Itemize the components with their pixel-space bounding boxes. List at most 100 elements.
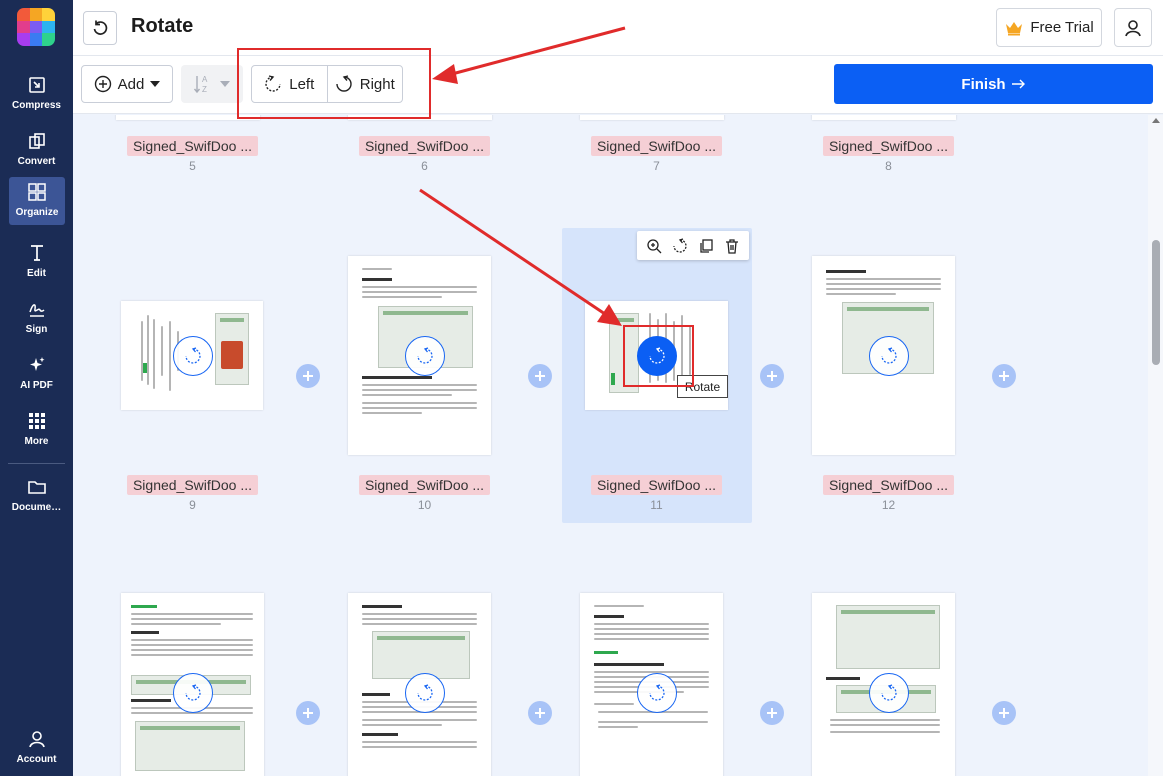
sidebar-item-label: AI PDF [20, 380, 53, 391]
page-rotate-button[interactable] [405, 673, 445, 713]
rotate-right-icon [185, 347, 201, 364]
zoom-in-icon[interactable] [643, 235, 665, 257]
page-filename: Signed_SwifDoo ... [359, 475, 490, 495]
sidebar-item-label: Compress [12, 100, 61, 111]
user-icon [1125, 19, 1141, 36]
page-filename: Signed_SwifDoo ... [823, 136, 954, 156]
sidebar-item-label: Docume… [11, 502, 62, 513]
insert-page-button[interactable] [296, 364, 320, 388]
page-rotate-button[interactable] [869, 336, 909, 376]
rotate-page-icon[interactable] [669, 235, 691, 257]
sidebar-item-documents[interactable]: Docume… [0, 472, 73, 522]
rotate-right-icon [881, 684, 897, 701]
annotation-box-rotate-page [623, 325, 694, 387]
free-trial-button[interactable]: Free Trial [996, 8, 1102, 47]
insert-page-button[interactable] [760, 364, 784, 388]
rotate-right-icon [881, 347, 897, 364]
convert-icon [26, 130, 48, 152]
insert-page-button[interactable] [992, 701, 1016, 725]
page-number: 7 [653, 159, 660, 173]
page-number: 11 [650, 498, 663, 512]
free-trial-label: Free Trial [1030, 19, 1094, 36]
rotate-right-icon [417, 347, 433, 364]
plus-icon [767, 708, 777, 718]
page-title: Rotate [131, 15, 194, 37]
sidebar-item-ai-pdf[interactable]: AI PDF [0, 350, 73, 400]
sidebar-item-label: Convert [17, 156, 56, 167]
rotate-right-icon [417, 684, 433, 701]
page-filename: Signed_SwifDoo ... [127, 136, 258, 156]
page-number: 10 [417, 498, 432, 512]
page-filename: Signed_SwifDoo ... [127, 475, 258, 495]
page-hover-toolbar [637, 231, 749, 260]
scroll-up-icon[interactable] [1152, 118, 1160, 123]
sidebar-item-label: Sign [25, 324, 48, 335]
sidebar-item-label: More [24, 436, 49, 447]
page-number: 5 [189, 159, 196, 173]
arrow-right-icon [1011, 79, 1025, 89]
plus-icon [303, 708, 313, 718]
page-rotate-button[interactable] [173, 673, 213, 713]
svg-text:Z: Z [202, 85, 207, 94]
sidebar-item-edit[interactable]: Edit [0, 238, 73, 288]
scrollbar-thumb[interactable] [1152, 240, 1160, 365]
sidebar-divider [8, 463, 65, 464]
sort-icon: AZ [194, 75, 208, 94]
page-filename: Signed_SwifDoo ... [591, 136, 722, 156]
page-thumbnail-8[interactable] [812, 115, 956, 120]
page-number: 9 [189, 498, 196, 512]
annotation-box-rotate-buttons [237, 48, 431, 119]
app-logo [17, 8, 55, 46]
sidebar-item-label: Organize [15, 207, 59, 218]
page-filename: Signed_SwifDoo ... [823, 475, 954, 495]
insert-page-button[interactable] [528, 701, 552, 725]
plus-circle-icon [94, 75, 111, 93]
plus-icon [999, 371, 1009, 381]
user-profile-button[interactable] [1114, 8, 1152, 47]
page-filename: Signed_SwifDoo ... [359, 136, 490, 156]
plus-icon [303, 371, 313, 381]
page-rotate-button[interactable] [405, 336, 445, 376]
sort-button[interactable]: AZ [181, 65, 243, 103]
sidebar-item-sign[interactable]: Sign [0, 294, 73, 344]
undo-icon [93, 20, 108, 35]
sidebar-item-more[interactable]: More [0, 406, 73, 456]
insert-page-button[interactable] [992, 364, 1016, 388]
page-filename: Signed_SwifDoo ... [591, 475, 722, 495]
sidebar: Compress Convert Organize Edit Sign AI P… [0, 0, 73, 776]
plus-icon [535, 708, 545, 718]
add-label: Add [117, 75, 145, 93]
copy-icon[interactable] [695, 235, 717, 257]
add-button[interactable]: Add [81, 65, 173, 103]
sidebar-item-organize[interactable]: Organize [9, 177, 65, 225]
ai-sparkle-icon [26, 354, 48, 376]
sidebar-item-compress[interactable]: Compress [0, 70, 73, 120]
finish-button[interactable]: Finish [834, 64, 1153, 104]
folder-icon [26, 476, 48, 498]
insert-page-button[interactable] [296, 701, 320, 725]
grid-icon [26, 410, 48, 432]
page-number: 12 [881, 498, 896, 512]
page-rotate-button[interactable] [869, 673, 909, 713]
sidebar-item-convert[interactable]: Convert [0, 126, 73, 176]
page-number: 8 [885, 159, 892, 173]
page-thumbnail-7[interactable] [580, 115, 724, 120]
rotate-right-icon [185, 684, 201, 701]
page-number: 6 [421, 159, 428, 173]
sidebar-item-account[interactable]: Account [0, 724, 73, 774]
svg-text:A: A [202, 75, 208, 84]
vertical-scrollbar[interactable] [1148, 115, 1163, 776]
insert-page-button[interactable] [760, 701, 784, 725]
trash-icon[interactable] [721, 235, 743, 257]
finish-label: Finish [961, 75, 1006, 93]
plus-icon [535, 371, 545, 381]
plus-icon [767, 371, 777, 381]
insert-page-button[interactable] [528, 364, 552, 388]
page-rotate-button[interactable] [173, 336, 213, 376]
chevron-down-icon [220, 81, 230, 87]
page-rotate-button[interactable] [637, 673, 677, 713]
back-button[interactable] [83, 11, 117, 45]
account-icon [26, 728, 48, 750]
page-grid: Signed_SwifDoo ... Signed_SwifDoo ... Si… [73, 115, 1148, 776]
plus-icon [999, 708, 1009, 718]
